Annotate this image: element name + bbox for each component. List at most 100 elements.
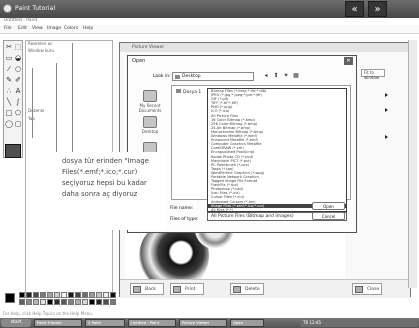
current-color[interactable] [5,293,15,303]
menu-colors[interactable]: Colors [64,26,78,31]
color-swatch[interactable] [19,299,25,305]
rounded-rect-icon[interactable]: ▢ [14,120,22,128]
color-swatch[interactable] [89,292,95,298]
expand-arrow-icon[interactable] [385,108,388,112]
color-swatch[interactable] [26,299,32,305]
file-name-label: File name: [170,206,194,211]
color-swatch[interactable] [96,299,102,305]
view-menu-icon[interactable]: ▦ [292,72,300,80]
print-button[interactable]: Print [170,283,204,295]
color-palette [3,291,116,306]
color-swatch[interactable] [40,299,46,305]
folder-icon [176,89,181,93]
app-title: Paint Tutorial [15,5,56,12]
airbrush-icon[interactable]: ∴ [5,87,13,95]
color-swatch[interactable] [54,299,60,305]
color-swatch[interactable] [68,299,74,305]
color-swatch[interactable] [96,292,102,298]
start-button[interactable]: start [1,319,31,327]
tool-options[interactable] [5,144,21,158]
pencil-icon[interactable]: ✎ [5,76,13,84]
side-panel-line: Resimleri ac [28,41,53,46]
line-icon[interactable]: ╲ [5,98,13,106]
brush-icon[interactable]: ✐ [14,76,22,84]
expand-arrow-icon[interactable] [385,93,388,97]
taskbar-item[interactable]: 2 Paint [85,319,125,327]
text-icon[interactable]: A [14,87,22,95]
color-swatch[interactable] [54,292,60,298]
polygon-icon[interactable]: ⬠ [14,109,22,117]
file-type-dropdown-list[interactable]: Bitmap Files (*.bmp;*.rle;*.dib) JPEG (*.… [207,88,347,212]
recent-docs-icon [143,90,157,102]
taskbar-item[interactable]: Paint Tutorial [34,319,82,327]
picture-viewer-footer: Back Print Delete Close [120,279,410,298]
color-swatch[interactable] [47,292,53,298]
color-swatch[interactable] [40,292,46,298]
delete-button[interactable]: Delete [230,283,264,295]
rect-select-icon[interactable]: ⬚ [14,43,22,51]
folder-icon [175,75,180,79]
desktop-icon [143,116,157,128]
color-swatch[interactable] [26,292,32,298]
taskbar-item[interactable]: Picture Viewer [179,319,227,327]
instruction-text: dosya tür erinden "Image Files(*.emf;*.i… [62,157,149,198]
color-swatch[interactable] [61,299,67,305]
color-swatch[interactable] [75,299,81,305]
color-swatch[interactable] [110,299,116,305]
free-select-icon[interactable]: ✂ [5,43,13,51]
color-swatch[interactable] [89,299,95,305]
curve-icon[interactable]: ∫ [14,98,22,106]
close-icon [355,286,363,293]
file-item[interactable]: Dosya 1 [176,89,201,95]
paint-window-title: Untitled - Paint [4,18,38,23]
menu-image[interactable]: Image [47,26,61,31]
delete-icon [233,286,241,293]
menu-edit[interactable]: Edit [18,26,27,31]
expand-arrow-icon[interactable] [385,135,388,139]
zoom-select[interactable]: Fit to window [361,69,385,80]
color-swatch[interactable] [82,299,88,305]
open-button[interactable]: Open [312,202,345,210]
color-swatch[interactable] [82,292,88,298]
place-recent[interactable]: My Recent Documents [132,90,168,113]
look-in-select[interactable]: Desktop [172,72,254,81]
color-swatch[interactable] [61,292,67,298]
new-folder-icon[interactable]: ✦ [282,72,290,80]
cancel-button[interactable]: Cancel [312,212,345,220]
divider [32,68,33,138]
menu-file[interactable]: File [4,26,12,31]
color-swatch[interactable] [68,292,74,298]
ellipse-icon[interactable]: ◯ [5,120,13,128]
magnifier-icon[interactable]: ○ [14,65,22,73]
forward-button[interactable]: » [368,1,387,17]
close-button[interactable]: Close [352,283,382,295]
back-button[interactable]: « [345,1,364,17]
color-swatch[interactable] [19,292,25,298]
taskbar: start Paint Tutorial 2 Paint Untitled - … [0,318,419,328]
color-swatch[interactable] [103,299,109,305]
rectangle-icon[interactable]: □ [5,109,13,117]
menu-view[interactable]: View [32,26,43,31]
color-swatch[interactable] [47,299,53,305]
color-swatch[interactable] [33,299,39,305]
side-panel-line: Duzenle [28,108,45,113]
menu-help[interactable]: Help [83,26,93,31]
back-icon[interactable]: ◂ [262,72,270,80]
color-swatch[interactable] [33,292,39,298]
title-bar: Paint Tutorial « » [0,0,419,18]
print-icon [173,286,181,293]
taskbar-item[interactable]: Untitled - Paint [128,319,176,327]
up-folder-icon[interactable]: ⬆ [272,72,280,80]
close-icon[interactable]: ✕ [344,57,353,65]
color-swatch[interactable] [110,292,116,298]
picker-icon[interactable]: ⁄ [5,65,13,73]
color-swatch[interactable] [75,292,81,298]
eraser-icon[interactable]: ▭ [5,54,13,62]
scrollbar[interactable] [408,40,417,288]
fill-icon[interactable]: ◒ [14,54,22,62]
taskbar-item[interactable]: Open [230,319,264,327]
place-desktop[interactable]: Desktop [132,116,168,134]
color-swatch[interactable] [103,292,109,298]
back-button[interactable]: Back [130,283,164,295]
status-bar: For Help, click Help Topics on the Help … [3,311,93,316]
